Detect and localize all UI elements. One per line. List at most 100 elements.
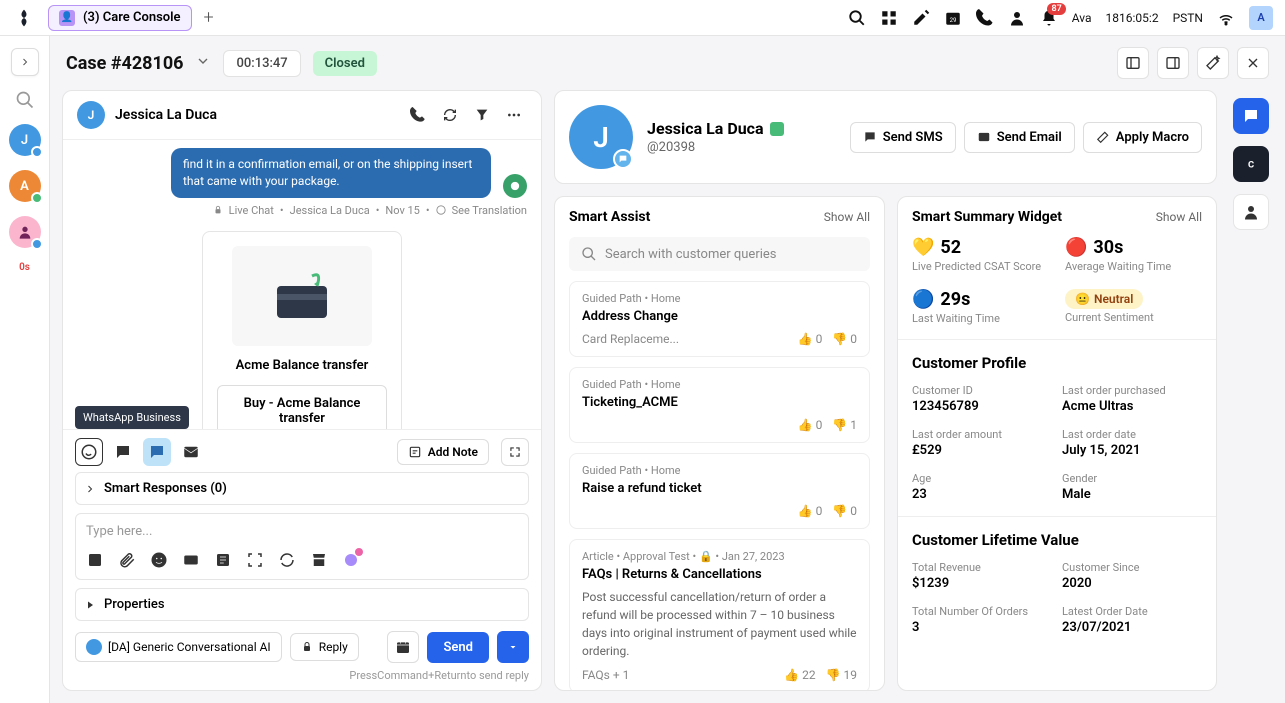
last-order-amount: Last order amount£529 xyxy=(912,428,1052,458)
wifi-icon xyxy=(1217,9,1235,27)
top-bar: 👤 (3) Care Console + 29 87 Ava 1816:05:2… xyxy=(0,0,1285,36)
summary-panel: Smart Summary Widget Show All 💛 52 Live … xyxy=(897,196,1217,691)
close-button[interactable] xyxy=(1237,47,1269,79)
assist-item[interactable]: Article • Approval Test • 🔒 • Jan 27, 20… xyxy=(569,539,870,690)
chat-channel-icon[interactable] xyxy=(143,438,171,466)
clock-label: 1816:05:2 xyxy=(1106,11,1159,25)
rail-conversation-1[interactable]: J xyxy=(9,124,41,156)
message-input[interactable]: Type here... xyxy=(75,513,529,580)
case-timer: 00:13:47 xyxy=(223,50,300,77)
expand-rail-button[interactable] xyxy=(11,48,39,76)
assist-item[interactable]: Guided Path • HomeTicketing_ACME👍 0👎 1 xyxy=(569,367,870,443)
add-note-button[interactable]: Add Note xyxy=(397,439,489,465)
apps-icon[interactable] xyxy=(880,9,898,27)
assist-search-input[interactable]: Search with customer queries xyxy=(569,237,870,271)
svg-text:C: C xyxy=(1248,159,1254,170)
rail-conversation-3[interactable] xyxy=(9,216,41,248)
channel-status-icon xyxy=(613,149,633,169)
sentiment-metric: 😐 Neutral Current Sentiment xyxy=(1065,289,1202,325)
agent-avatar-icon xyxy=(503,174,527,198)
rail-timer-badge: 0s xyxy=(19,262,30,273)
customer-gender: GenderMale xyxy=(1062,472,1202,502)
ai-model-chip[interactable]: [DA] Generic Conversational AI xyxy=(75,632,282,662)
new-tab-button[interactable]: + xyxy=(204,7,214,28)
properties-toggle[interactable]: Properties xyxy=(75,588,529,621)
assist-item[interactable]: Guided Path • HomeRaise a refund ticket👍… xyxy=(569,453,870,529)
user-avatar[interactable]: A xyxy=(1249,6,1273,30)
last-order-date: Last order dateJuly 15, 2021 xyxy=(1062,428,1202,458)
phone-icon[interactable] xyxy=(976,9,994,27)
summary-show-all-link[interactable]: Show All xyxy=(1156,210,1202,224)
reply-mode-chip[interactable]: Reply xyxy=(290,633,359,661)
summary-title: Smart Summary Widget xyxy=(912,209,1062,225)
smart-responses-toggle[interactable]: Smart Responses (0) xyxy=(75,472,529,505)
recycle-icon[interactable] xyxy=(278,551,296,569)
send-email-button[interactable]: Send Email xyxy=(964,122,1075,153)
panel-toggle-2-button[interactable] xyxy=(1157,47,1189,79)
gif-icon[interactable] xyxy=(182,551,200,569)
calendar-icon[interactable]: 29 xyxy=(944,9,962,27)
send-dropdown-button[interactable] xyxy=(497,631,529,663)
verified-icon xyxy=(770,122,784,136)
chat-panel: J Jessica La Duca find it in a confirmat… xyxy=(62,90,542,691)
schedule-button[interactable] xyxy=(387,631,419,663)
attachment-icon[interactable] xyxy=(118,551,136,569)
more-icon[interactable] xyxy=(501,102,527,128)
profile-view-icon[interactable] xyxy=(1233,194,1269,230)
filter-icon[interactable] xyxy=(469,102,495,128)
see-translation-link[interactable]: See Translation xyxy=(452,204,527,217)
tab-icon: 👤 xyxy=(59,10,75,26)
avg-wait-metric: 🔴 30s Average Waiting Time xyxy=(1065,237,1202,273)
email-channel-icon[interactable] xyxy=(177,438,205,466)
send-sms-button[interactable]: Send SMS xyxy=(850,122,956,153)
input-placeholder: Type here... xyxy=(86,524,518,539)
format-icon[interactable] xyxy=(86,551,104,569)
latest-order-date: Latest Order Date23/07/2021 xyxy=(1062,605,1202,635)
call-icon[interactable] xyxy=(405,102,431,128)
assist-item[interactable]: Guided Path • HomeAddress ChangeCard Rep… xyxy=(569,281,870,357)
notification-badge: 87 xyxy=(1047,3,1065,15)
sms-channel-icon[interactable] xyxy=(109,438,137,466)
magic-wand-button[interactable] xyxy=(1197,47,1229,79)
message-meta: Live Chat• Jessica La Duca• Nov 15• See … xyxy=(77,204,527,217)
emoji-icon[interactable] xyxy=(150,551,168,569)
product-card: Acme Balance transfer Buy - Acme Balance… xyxy=(202,231,402,429)
search-icon[interactable] xyxy=(848,9,866,27)
scan-icon[interactable] xyxy=(246,551,264,569)
rail-search-icon[interactable] xyxy=(15,90,35,110)
customer-profile-title: Customer Profile xyxy=(898,354,1216,372)
customer-name: Jessica La Duca xyxy=(115,107,395,123)
template-icon[interactable] xyxy=(214,551,232,569)
expand-composer-button[interactable] xyxy=(501,438,529,466)
whatsapp-channel-icon[interactable] xyxy=(75,438,103,466)
notifications-icon[interactable]: 87 xyxy=(1040,9,1058,27)
apply-macro-button[interactable]: Apply Macro xyxy=(1083,122,1202,153)
store-icon[interactable] xyxy=(310,551,328,569)
agent-message: find it in a confirmation email, or on t… xyxy=(171,148,491,198)
users-icon[interactable] xyxy=(1008,9,1026,27)
active-tab[interactable]: 👤 (3) Care Console xyxy=(48,5,192,31)
case-header: Case #428106 00:13:47 Closed xyxy=(50,36,1285,90)
smart-assist-panel: Smart Assist Show All Search with custom… xyxy=(554,196,885,691)
customer-id: Customer ID123456789 xyxy=(912,384,1052,414)
customer-avatar: J xyxy=(77,101,105,129)
total-orders: Total Number Of Orders3 xyxy=(912,605,1052,635)
svg-text:29: 29 xyxy=(949,16,956,23)
case-status-chip: Closed xyxy=(313,51,377,76)
compose-icon[interactable] xyxy=(912,9,930,27)
case-dropdown-icon[interactable] xyxy=(195,53,211,73)
copilot-icon[interactable]: C xyxy=(1233,146,1269,182)
card-buy-button[interactable]: Buy - Acme Balance transfer xyxy=(217,385,387,429)
connection-label: PSTN xyxy=(1173,11,1203,25)
chat-view-icon[interactable] xyxy=(1233,98,1269,134)
magic-icon[interactable] xyxy=(342,551,360,569)
send-button[interactable]: Send xyxy=(427,632,489,663)
profile-handle: @20398 xyxy=(647,140,836,155)
assist-show-all-link[interactable]: Show All xyxy=(824,210,870,224)
case-id: Case #428106 xyxy=(66,53,183,74)
app-logo xyxy=(12,6,36,30)
refresh-icon[interactable] xyxy=(437,102,463,128)
composer: WhatsApp Business Add Note Smart xyxy=(63,429,541,690)
rail-conversation-2[interactable]: A xyxy=(9,170,41,202)
panel-toggle-1-button[interactable] xyxy=(1117,47,1149,79)
